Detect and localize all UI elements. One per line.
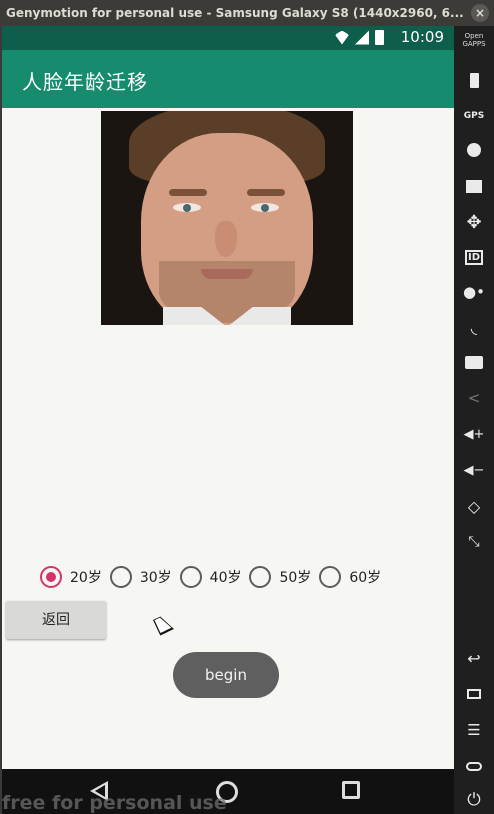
- battery-icon: [375, 30, 384, 45]
- dpad-icon[interactable]: ✥: [460, 208, 488, 236]
- age-option-label: 60岁: [349, 570, 382, 586]
- scale-icon[interactable]: ⤡: [460, 528, 488, 556]
- back-icon[interactable]: ↩: [460, 644, 488, 672]
- radio-unchecked-icon[interactable]: [319, 566, 342, 588]
- back-button[interactable]: 返回: [6, 601, 106, 639]
- menu-icon[interactable]: ☰: [460, 716, 488, 744]
- home-icon[interactable]: [460, 752, 488, 780]
- window-title: Genymotion for personal use - Samsung Ga…: [6, 6, 464, 20]
- opengapps-icon[interactable]: Open GAPPS: [456, 32, 492, 48]
- gps-icon[interactable]: GPS: [460, 102, 488, 130]
- status-clock: 10:09: [400, 28, 444, 46]
- radio-unchecked-icon[interactable]: [249, 566, 272, 588]
- age-option-60[interactable]: 60岁: [319, 566, 381, 588]
- app-toolbar: 人脸年龄迁移: [2, 50, 454, 108]
- age-option-40[interactable]: 40岁: [179, 566, 242, 588]
- window-title-bar: Genymotion for personal use - Samsung Ga…: [0, 0, 494, 26]
- radio-checked-icon[interactable]: [40, 566, 62, 588]
- android-status-bar: 10:09: [2, 26, 454, 50]
- age-option-label: 40岁: [209, 570, 242, 586]
- identifiers-icon[interactable]: ●•: [460, 278, 488, 306]
- watermark: free for personal use: [2, 792, 227, 814]
- cast-icon[interactable]: ◟: [460, 313, 488, 341]
- wifi-icon: [335, 30, 349, 45]
- volume-up-icon[interactable]: ◀+: [460, 420, 488, 448]
- radio-unchecked-icon[interactable]: [179, 566, 202, 588]
- face-photo: [101, 111, 353, 325]
- sms-icon[interactable]: [460, 348, 488, 376]
- recents-icon[interactable]: [460, 680, 488, 708]
- window-close-icon[interactable]: ×: [471, 4, 489, 22]
- begin-button[interactable]: begin: [173, 652, 279, 698]
- age-option-30[interactable]: 30岁: [109, 566, 172, 588]
- rotate-icon[interactable]: ◇: [460, 492, 488, 520]
- age-option-20[interactable]: 20岁: [40, 566, 102, 588]
- id-icon[interactable]: ID: [460, 243, 488, 271]
- battery-icon[interactable]: [460, 66, 488, 94]
- genymotion-sidebar: Open GAPPS GPS ✥ ID ●• ◟ < ◀+ ◀− ◇ ⤡ ↩ ☰…: [454, 26, 494, 814]
- age-option-label: 30岁: [139, 570, 172, 586]
- capture-icon[interactable]: [460, 172, 488, 200]
- phone-screen: 10:09 人脸年龄迁移 20岁 30岁 40岁 50岁 60岁 返回 begi…: [2, 26, 454, 769]
- signal-icon: [355, 30, 369, 45]
- power-icon[interactable]: ⏻: [460, 786, 488, 814]
- volume-down-icon[interactable]: ◀−: [460, 456, 488, 484]
- age-option-label: 20岁: [70, 570, 102, 586]
- age-option-50[interactable]: 50岁: [249, 566, 311, 588]
- age-radio-group: 20岁 30岁 40岁 50岁 60岁: [40, 566, 389, 588]
- status-icons: [335, 30, 384, 45]
- page-title: 人脸年龄迁移: [22, 70, 148, 94]
- age-option-label: 50岁: [279, 570, 312, 586]
- share-icon[interactable]: <: [460, 384, 488, 412]
- emulator-window: Genymotion for personal use - Samsung Ga…: [0, 0, 494, 814]
- nav-recents-icon[interactable]: [342, 781, 360, 799]
- radio-unchecked-icon[interactable]: [109, 566, 132, 588]
- camera-icon[interactable]: [460, 136, 488, 164]
